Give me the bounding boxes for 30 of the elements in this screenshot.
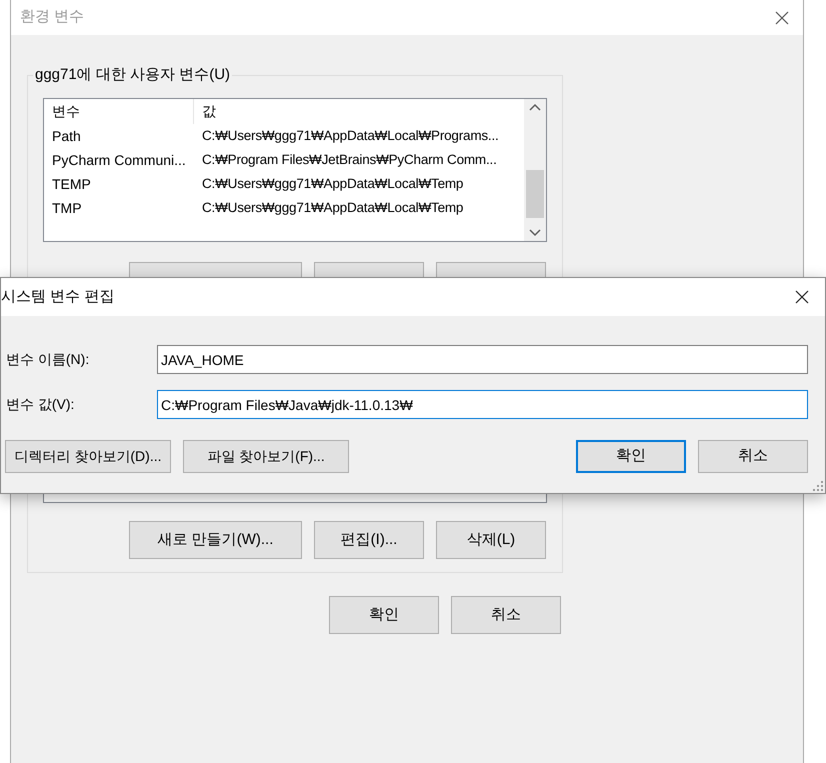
table-cell-text: PyCharm Communi... bbox=[51, 150, 187, 170]
table-cell-text: TMP bbox=[51, 198, 83, 218]
button[interactable]: 디렉터리 찾아보기(D)... bbox=[5, 440, 171, 473]
table-cell-text: Path bbox=[51, 126, 82, 146]
button[interactable]: 편집(I)... bbox=[314, 521, 424, 559]
close-icon[interactable] bbox=[795, 290, 809, 304]
table-cell-text: TEMP bbox=[51, 174, 92, 194]
close-icon[interactable] bbox=[775, 10, 789, 24]
column-header[interactable]: 변수 bbox=[44, 99, 194, 124]
resize-grip-icon[interactable] bbox=[813, 481, 823, 491]
button[interactable]: 확인 bbox=[576, 440, 686, 473]
field-label: 변수 값(V): bbox=[6, 395, 76, 414]
table-cell-text: C:₩Users₩ggg71₩AppData₩Local₩Programs... bbox=[201, 126, 500, 145]
scrollbar[interactable] bbox=[524, 99, 546, 241]
button[interactable]: 확인 bbox=[329, 596, 439, 634]
dialog-title: 시스템 변수 편집 bbox=[1, 286, 114, 307]
table-cell-text: C:₩Users₩ggg71₩AppData₩Local₩Temp bbox=[201, 198, 464, 217]
table-cell-text: C:₩Program Files₩JetBrains₩PyCharm Comm... bbox=[201, 150, 498, 169]
button[interactable]: 삭제(L) bbox=[436, 521, 546, 559]
window-title: 환경 변수 bbox=[20, 7, 84, 28]
button[interactable]: 취소 bbox=[451, 596, 561, 634]
table-cell-text: C:₩Users₩ggg71₩AppData₩Local₩Temp bbox=[201, 174, 464, 193]
column-header[interactable]: 값 bbox=[194, 99, 524, 124]
button[interactable]: 파일 찾아보기(F)... bbox=[183, 440, 349, 473]
button[interactable]: 새로 만들기(W)... bbox=[129, 521, 302, 559]
field-label: 변수 이름(N): bbox=[6, 350, 90, 369]
input-field[interactable]: JAVA_HOME bbox=[157, 345, 808, 374]
scrollbar-thumb[interactable] bbox=[526, 170, 544, 218]
input-field[interactable]: C:₩Program Files₩Java₩jdk-11.0.13₩ bbox=[157, 390, 808, 419]
button[interactable]: 취소 bbox=[698, 440, 808, 473]
